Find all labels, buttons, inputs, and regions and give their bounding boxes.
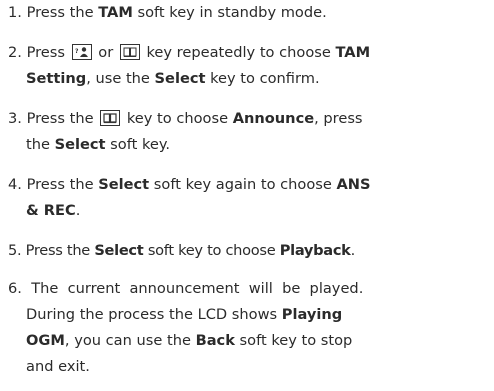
step-continuation: During the process the LCD shows Playing (26, 306, 343, 323)
step-number: 4. (8, 176, 22, 193)
step-6: 6. The current announcement will be play… (8, 276, 486, 380)
step-continuation: OGM, you can use the Back soft key to st… (26, 332, 353, 349)
phonebook-key-icon (119, 44, 140, 60)
step-number: 6. (8, 280, 22, 297)
step-number: 1. (8, 4, 22, 21)
step-1: 1. Press the TAM soft key in standby mod… (8, 0, 486, 26)
step-continuation: and exit. (26, 358, 90, 375)
svg-text:?: ? (75, 48, 79, 55)
step-continuation: Setting, use the Select key to confirm. (26, 70, 320, 87)
step-3: 3. Press the key to choose Announce, pre… (8, 106, 486, 158)
phonebook-key-icon (100, 110, 121, 126)
step-2: 2. Press ? or key repeatedly to choose T… (8, 40, 486, 92)
step-number: 3. (8, 110, 22, 127)
step-number: 2. (8, 44, 22, 61)
step-text: Press the TAM soft key in standby mode. (26, 4, 327, 21)
step-5: 5. Press the Select soft key to choose P… (8, 242, 355, 259)
step-continuation: & REC. (26, 202, 81, 219)
instruction-page: 1. Press the TAM soft key in standby mod… (0, 0, 494, 391)
contact-key-icon: ? (71, 44, 92, 60)
step-continuation: the Select soft key. (26, 136, 171, 153)
step-4: 4. Press the Select soft key again to ch… (8, 172, 486, 224)
step-number: 5. (8, 242, 22, 259)
